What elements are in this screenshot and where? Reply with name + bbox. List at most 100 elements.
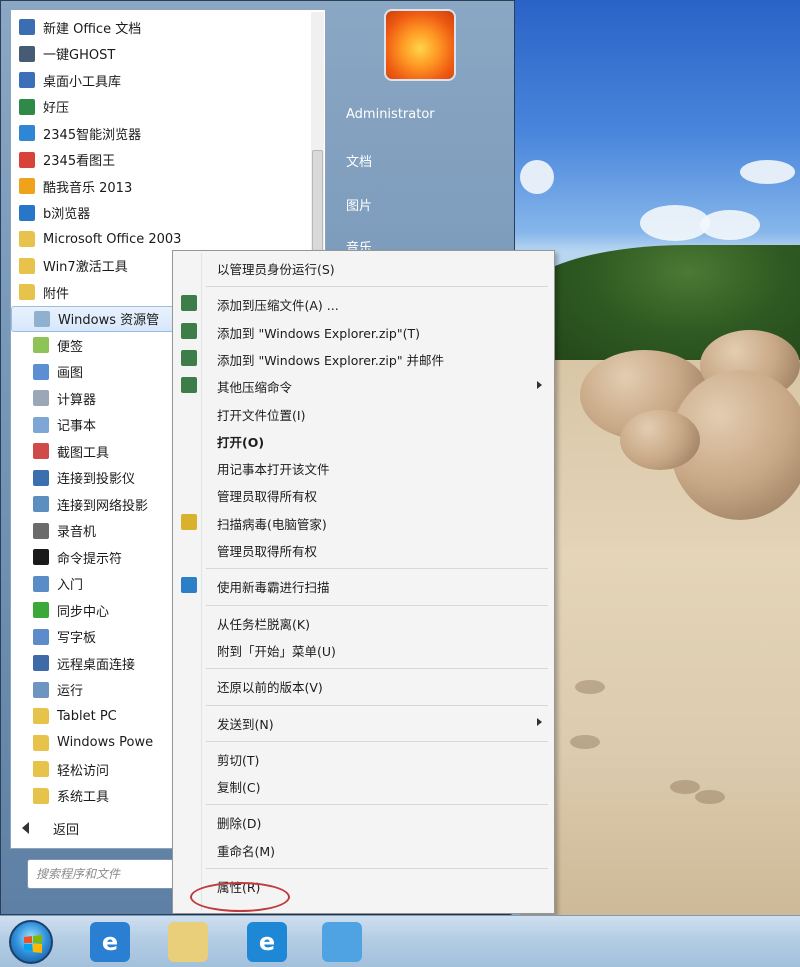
file-explorer-icon[interactable] [168, 922, 208, 962]
program-label: 写字板 [57, 631, 97, 647]
program-item[interactable]: 一键GHOST [11, 41, 311, 68]
context-menu-item[interactable]: 添加到压缩文件(A) ... [173, 291, 554, 315]
program-label: 新建 Office 文档 [43, 21, 142, 37]
program-label: 截图工具 [57, 445, 110, 461]
context-menu-item[interactable]: 打开文件位置(I) [173, 401, 554, 425]
program-label: Win7激活工具 [43, 260, 128, 276]
program-label: 同步中心 [57, 604, 110, 620]
archive-icon [181, 349, 197, 366]
program-item[interactable]: 2345智能浏览器 [11, 120, 311, 147]
program-label: 录音机 [57, 525, 97, 541]
context-menu-item[interactable]: 其他压缩命令 [173, 373, 554, 397]
menu-item-label: 附到「开始」菜单(U) [217, 643, 336, 659]
submenu-arrow-icon [537, 717, 542, 726]
cloud [740, 160, 795, 184]
image-viewer-icon [19, 151, 35, 168]
context-menu-item[interactable]: 发送到(N) [173, 710, 554, 734]
folder-icon [33, 787, 49, 804]
folder-icon [19, 257, 35, 274]
program-item[interactable]: 桌面小工具库 [11, 67, 311, 94]
program-label: 2345智能浏览器 [43, 127, 142, 143]
program-item[interactable]: 好压 [11, 94, 311, 121]
menu-item-label: 剪切(T) [217, 752, 260, 768]
context-menu-item[interactable]: 重命名(M) [173, 837, 554, 861]
context-menu-item[interactable]: 剪切(T) [173, 746, 554, 770]
program-label: 附件 [43, 286, 70, 302]
haozip-icon [19, 98, 35, 115]
internet-explorer-icon[interactable]: e [90, 922, 130, 962]
app-icon[interactable] [322, 922, 362, 962]
context-menu-item[interactable]: 附到「开始」菜单(U) [173, 637, 554, 661]
program-label: 2345看图王 [43, 154, 116, 170]
program-label: 运行 [57, 684, 84, 700]
back-button[interactable]: 返回 [10, 813, 170, 843]
menu-item-label: 添加到压缩文件(A) ... [217, 298, 339, 314]
network-projector-icon [33, 496, 49, 513]
folder-icon [33, 761, 49, 778]
context-menu-item[interactable]: 添加到 "Windows Explorer.zip" 并邮件 [173, 346, 554, 370]
archive-icon [181, 322, 197, 339]
program-label: 一键GHOST [43, 48, 116, 64]
program-label: 连接到网络投影 [57, 498, 149, 514]
folder-icon [19, 231, 35, 248]
ie-browser-icon[interactable]: e [247, 922, 287, 962]
program-item[interactable]: 酷我音乐 2013 [11, 173, 311, 200]
back-label: 返回 [53, 822, 80, 838]
context-menu-item[interactable]: 管理员取得所有权 [173, 537, 554, 561]
paint-icon [33, 363, 49, 380]
footprint [670, 780, 700, 794]
program-item[interactable]: Microsoft Office 2003 [11, 226, 311, 253]
context-menu-item[interactable]: 使用新毒霸进行扫描 [173, 573, 554, 597]
pictures-link[interactable]: 图片 [346, 195, 372, 214]
program-label: b浏览器 [43, 207, 91, 223]
menu-item-label: 重命名(M) [217, 843, 276, 859]
user-name-link[interactable]: Administrator [346, 107, 435, 122]
context-menu-item[interactable]: 打开(O) [173, 428, 554, 452]
user-avatar[interactable] [384, 9, 456, 81]
cloud [700, 210, 760, 240]
program-label: 入门 [57, 578, 84, 594]
kuwo-music-icon [19, 178, 35, 195]
submenu-arrow-icon [537, 381, 542, 390]
context-menu-item[interactable]: 删除(D) [173, 809, 554, 833]
context-menu-item[interactable]: 还原以前的版本(V) [173, 673, 554, 697]
program-label: 系统工具 [57, 790, 110, 806]
office-doc-icon [19, 19, 35, 36]
remote-desktop-icon [33, 655, 49, 672]
menu-item-label: 其他压缩命令 [217, 380, 293, 396]
shield-icon [181, 513, 197, 530]
start-button[interactable] [9, 920, 53, 964]
snipping-tool-icon [33, 443, 49, 460]
context-menu-item[interactable]: 扫描病毒(电脑管家) [173, 510, 554, 534]
program-label: 酷我音乐 2013 [43, 180, 133, 196]
menu-item-label: 以管理员身份运行(S) [217, 262, 335, 277]
context-menu: 以管理员身份运行(S) 添加到压缩文件(A) ... 添加到 "Windows Ex… [172, 250, 555, 914]
search-input[interactable]: 搜索程序和文件 [27, 859, 177, 889]
taskbar-glyph [168, 922, 208, 962]
folder-icon [33, 734, 49, 751]
program-item[interactable]: 2345看图王 [11, 147, 311, 174]
explorer-icon [34, 310, 50, 327]
cmd-icon [33, 549, 49, 566]
context-menu-item[interactable]: 从任务栏脱离(K) [173, 610, 554, 634]
ghost-icon [19, 45, 35, 62]
program-item[interactable]: b浏览器 [11, 200, 311, 227]
menu-item-label: 打开(O) [217, 434, 265, 450]
menu-item-label: 用记事本打开该文件 [217, 462, 330, 478]
context-menu-item[interactable]: 添加到 "Windows Explorer.zip"(T) [173, 319, 554, 343]
context-menu-item[interactable]: 管理员取得所有权 [173, 482, 554, 506]
program-label: 记事本 [57, 419, 97, 435]
context-menu-item[interactable]: 以管理员身份运行(S) [173, 255, 554, 279]
program-item[interactable]: 新建 Office 文档 [11, 14, 311, 41]
footprint [570, 735, 600, 749]
menu-separator [206, 568, 548, 570]
menu-item-label: 管理员取得所有权 [217, 489, 318, 505]
documents-link[interactable]: 文档 [346, 151, 372, 170]
browser-2345-icon [19, 125, 35, 142]
program-label: 计算器 [57, 392, 97, 408]
context-menu-item[interactable]: 复制(C) [173, 773, 554, 797]
footprint [695, 790, 725, 804]
context-menu-item[interactable]: 用记事本打开该文件 [173, 455, 554, 479]
menu-item-label: 管理员取得所有权 [217, 544, 318, 559]
calculator-icon [33, 390, 49, 407]
